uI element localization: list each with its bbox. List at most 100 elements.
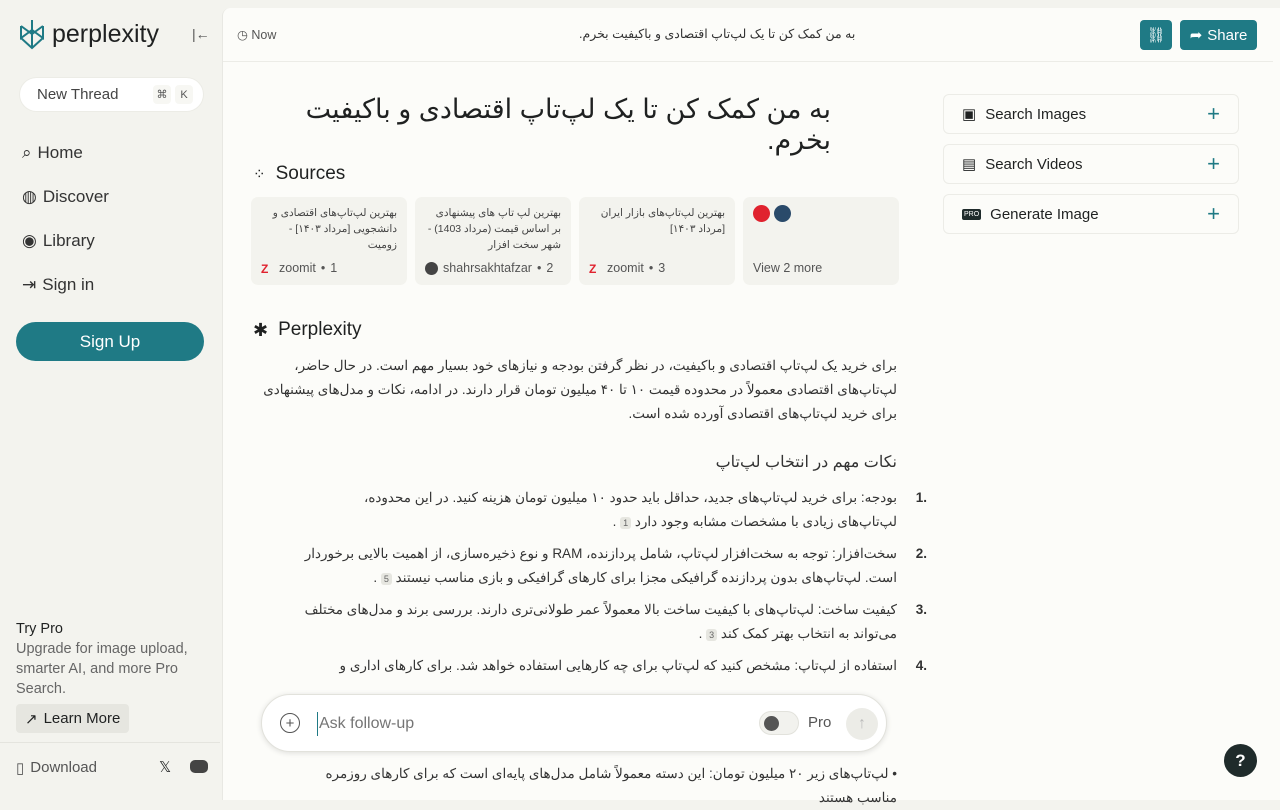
film-icon: ▤: [962, 156, 977, 173]
citation[interactable]: 1: [620, 517, 632, 529]
sidebar-item-sign-in[interactable]: ⇥ Sign in: [22, 275, 94, 295]
question-title: به من کمک کن تا یک لپ‌تاپ اقتصادی و باکی…: [305, 94, 831, 155]
cmd-key: ⌘: [153, 85, 171, 104]
search-videos-label: Search Videos: [985, 155, 1083, 173]
perplexity-logo[interactable]: perplexity: [18, 18, 159, 50]
zoomit-favicon: Z: [589, 261, 597, 276]
sidebar-item-discover[interactable]: ◍ Discover: [22, 187, 109, 207]
generate-image-label: Generate Image: [990, 205, 1099, 223]
thread-title: به من کمک کن تا یک لپ‌تاپ اقتصادی و باکی…: [579, 27, 856, 41]
share-label: Share: [1207, 26, 1248, 44]
source-site: zoomit: [607, 261, 644, 275]
citation[interactable]: 3: [706, 629, 718, 641]
main-panel: ◷ Now به من کمک کن تا یک لپ‌تاپ اقتصادی …: [222, 8, 1280, 805]
follow-up-box: + Pro ↑: [261, 694, 887, 752]
bullet-text: لپ‌تاپ‌های زیر ۲۰ میلیون تومان: این دسته…: [325, 766, 897, 805]
generate-image-button[interactable]: PRO Generate Image +: [943, 194, 1239, 234]
try-pro-panel: Try Pro Upgrade for image upload, smarter…: [16, 619, 206, 699]
learn-more-label: Learn More: [43, 710, 121, 727]
x-twitter-icon[interactable]: 𝕏: [159, 758, 171, 776]
help-button[interactable]: ?: [1224, 744, 1257, 777]
item-number: 4.: [915, 658, 927, 673]
sidebar: perplexity |← New Thread ⌘ K ⌕ Home ◍ Disc…: [0, 0, 220, 800]
list-item: 2. سخت‌افزار: توجه به سخت‌افزار لپ‌تاپ، ش…: [293, 542, 927, 590]
library-icon: ◉: [22, 231, 37, 250]
source-title: بهترین لپ‌تاپ‌های بازار ایران [مرداد ۱۴۰…: [600, 207, 725, 235]
source-index: 2: [546, 261, 554, 275]
phone-icon: ▯: [16, 760, 25, 777]
time-label: Now: [251, 28, 277, 42]
nav-label: Home: [37, 143, 83, 162]
list-item: 1. بودجه: برای خرید لپ‌تاپ‌های جدید، حداق…: [303, 486, 927, 534]
discord-icon[interactable]: [190, 760, 208, 773]
item-number: 2.: [915, 546, 927, 561]
zoomit-favicon: Z: [261, 261, 269, 276]
attach-plus-icon[interactable]: +: [280, 713, 300, 733]
source-card[interactable]: بهترین لپ‌تاپ‌های اقتصادی و دانشجویی [مر…: [251, 197, 407, 285]
search-videos-button[interactable]: ▤ Search Videos +: [943, 144, 1239, 184]
list-item: 3. کیفیت ساخت: لپ‌تاپ‌های با کیفیت ساخت ب…: [303, 598, 927, 646]
sources-heading: ⁘ Sources: [253, 163, 345, 185]
source-favicon: [774, 205, 791, 222]
item-number: 3.: [915, 602, 927, 617]
submit-button[interactable]: ↑: [846, 708, 878, 740]
sources-icon: ⁘: [253, 166, 266, 183]
toggle-knob: [764, 716, 779, 731]
collapse-sidebar-icon[interactable]: |←: [192, 26, 210, 42]
source-favicon: [753, 205, 770, 222]
item-number: 1.: [915, 490, 927, 505]
answer-heading: ✱ Perplexity: [253, 319, 362, 341]
new-thread-button[interactable]: New Thread ⌘ K: [20, 78, 203, 111]
source-title: بهترین لپ تاپ های پیشنهادی بر اساس قیمت …: [427, 207, 561, 251]
nav-label: Discover: [42, 187, 109, 206]
download-label: Download: [30, 759, 97, 776]
share-icon: ➦: [1189, 27, 1203, 44]
source-card[interactable]: بهترین لپ تاپ های پیشنهادی بر اساس قیمت …: [415, 197, 571, 285]
plus-icon: +: [1207, 151, 1220, 176]
source-title: بهترین لپ‌تاپ‌های اقتصادی و دانشجویی [مر…: [272, 207, 397, 251]
sidebar-item-library[interactable]: ◉ Library: [22, 231, 95, 251]
search-images-button[interactable]: ▣ Search Images +: [943, 94, 1239, 134]
nav-label: Library: [42, 231, 95, 250]
image-icon: ▣: [962, 106, 977, 123]
sidebar-item-home[interactable]: ⌕ Home: [22, 143, 83, 163]
nav-label: Sign in: [42, 275, 95, 294]
answer-intro: برای خرید یک لپ‌تاپ اقتصادی و باکیفیت، د…: [263, 358, 897, 421]
globe-icon: ◍: [22, 187, 37, 206]
citation[interactable]: 5: [380, 573, 392, 585]
home-search-icon: ⌕: [22, 143, 32, 162]
item-text: بودجه: برای خرید لپ‌تاپ‌های جدید، حداقل …: [363, 490, 897, 529]
item-text: کیفیت ساخت: لپ‌تاپ‌های با کیفیت ساخت بال…: [304, 602, 897, 641]
sign-up-button[interactable]: Sign Up: [16, 322, 204, 361]
perplexity-icon: ✱: [253, 319, 269, 340]
list-item: 4. استفاده از لپ‌تاپ: مشخص کنید که لپ‌تاپ…: [303, 654, 927, 678]
copy-link-button[interactable]: ⛓: [1140, 20, 1172, 50]
link-icon: ⛓: [1146, 27, 1166, 44]
search-images-label: Search Images: [985, 105, 1087, 123]
shahrsakhtafzar-favicon: [425, 261, 438, 275]
try-pro-title: Try Pro: [16, 621, 63, 637]
answer-title: Perplexity: [278, 319, 362, 340]
sources-title: Sources: [275, 163, 346, 184]
view-more-label: View 2 more: [753, 261, 823, 275]
follow-up-input[interactable]: [317, 712, 717, 736]
pro-toggle[interactable]: [759, 711, 799, 735]
learn-more-button[interactable]: ↗ Learn More: [16, 704, 130, 733]
view-more-sources[interactable]: View 2 more: [743, 197, 899, 285]
source-site: shahrsakhtafzar: [443, 261, 532, 275]
brand-name: perplexity: [52, 19, 159, 48]
share-button[interactable]: ➦ Share: [1180, 20, 1257, 50]
arrow-up-right-icon: ↗: [25, 710, 38, 728]
thread-header: ◷ Now به من کمک کن تا یک لپ‌تاپ اقتصادی …: [223, 8, 1273, 62]
k-key: K: [175, 85, 193, 104]
source-card[interactable]: بهترین لپ‌تاپ‌های بازار ایران [مرداد ۱۴۰…: [579, 197, 735, 285]
try-pro-text: Upgrade for image upload, smarter AI, an…: [16, 641, 188, 697]
pro-label: Pro: [808, 714, 832, 731]
bullet-item: • لپ‌تاپ‌های زیر ۲۰ میلیون تومان: این دس…: [325, 766, 897, 805]
plus-icon: +: [1207, 101, 1220, 126]
pro-badge-icon: PRO: [962, 208, 982, 220]
source-index: 1: [330, 261, 338, 275]
arrow-up-icon: ↑: [858, 715, 866, 732]
download-link[interactable]: ▯ Download: [16, 759, 97, 777]
answer-subheading: نکات مهم در انتخاب لپ‌تاپ: [715, 454, 897, 471]
